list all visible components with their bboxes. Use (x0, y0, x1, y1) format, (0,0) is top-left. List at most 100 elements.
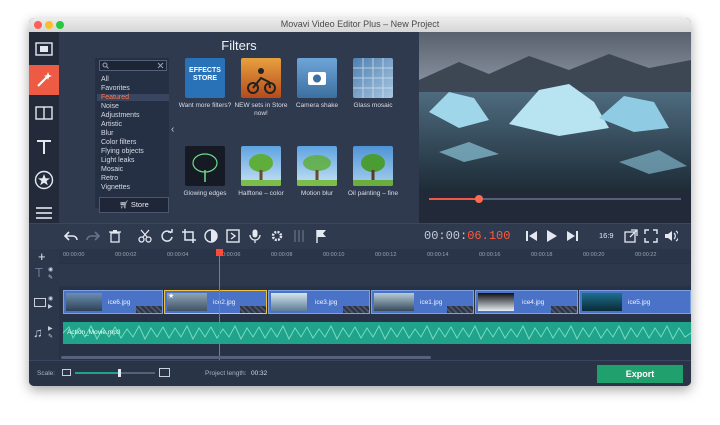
time-ruler[interactable]: 00:00:00 00:00:02 00:00:04 00:00:06 00:0… (59, 249, 691, 263)
ruler-tick: 00:00:08 (271, 252, 293, 258)
filter-label: Motion blur (300, 190, 334, 197)
app-window: Movavi Video Editor Plus – New Project F… (29, 18, 691, 386)
titles-tool-button[interactable] (31, 132, 57, 162)
video-clip[interactable]: ice1.jpg (371, 290, 474, 314)
play-icon (547, 230, 557, 242)
category-favorites[interactable]: Favorites (101, 85, 130, 92)
crop-button[interactable] (181, 228, 197, 244)
audio-clip[interactable]: Action_Movie.mp3 (63, 322, 691, 344)
zoom-slider[interactable] (75, 369, 155, 377)
video-clip[interactable]: ice6.jpg (63, 290, 163, 314)
playhead-handle[interactable] (216, 249, 223, 256)
ruler-tick: 00:00:16 (479, 252, 501, 258)
glacier-preview-image (419, 32, 691, 192)
preview-progress-track[interactable] (429, 195, 681, 203)
volume-button[interactable] (663, 228, 679, 244)
transition-marker[interactable] (240, 306, 266, 313)
filter-thumb-store[interactable]: EFFECTS STORE (185, 58, 225, 98)
undo-button[interactable] (63, 228, 79, 244)
pencil-icon[interactable]: ✎ (48, 274, 53, 281)
timeline-scrollbar[interactable] (61, 356, 431, 359)
filter-thumb-oil-painting[interactable] (353, 146, 393, 186)
text-track-lane[interactable] (59, 264, 691, 286)
video-clip[interactable]: ice4.jpg (475, 290, 578, 314)
camera-icon (308, 72, 326, 85)
category-featured[interactable]: Featured (97, 94, 169, 101)
equalizer-icon (294, 230, 304, 242)
speaker-icon[interactable]: ▶ (48, 303, 53, 310)
next-frame-button[interactable] (564, 228, 580, 244)
video-clip[interactable]: ice3.jpg (268, 290, 370, 314)
aspect-ratio-button[interactable]: 16:9 (599, 231, 614, 240)
rotate-button[interactable] (159, 228, 175, 244)
video-clip[interactable]: ice5.jpg (579, 290, 691, 314)
tree-icon (192, 153, 218, 182)
zoom-slider-handle[interactable] (118, 369, 121, 377)
clear-search-icon[interactable] (157, 62, 164, 69)
filter-thumb-camera-shake[interactable] (297, 58, 337, 98)
category-flying-objects[interactable]: Flying objects (101, 148, 144, 155)
category-vignettes[interactable]: Vignettes (101, 184, 130, 191)
category-noise[interactable]: Noise (101, 103, 119, 110)
eye-icon[interactable]: ◉ (48, 266, 53, 273)
color-adjust-button[interactable] (203, 228, 219, 244)
motorbike-rider-image (247, 68, 276, 94)
transition-marker[interactable] (136, 306, 162, 313)
category-artistic[interactable]: Artistic (101, 121, 122, 128)
clip-properties-button[interactable] (269, 228, 285, 244)
export-button[interactable]: Export (597, 365, 683, 383)
category-light-leaks[interactable]: Light leaks (101, 157, 134, 164)
effects-store-logo: EFFECTS STORE (189, 67, 221, 82)
transition-wizard-button[interactable] (225, 228, 241, 244)
transition-marker[interactable] (343, 306, 369, 313)
preview-scrubber-handle[interactable] (475, 195, 484, 203)
filter-thumb-halftone[interactable] (241, 146, 281, 186)
audio-clip-name: Action_Movie.mp3 (67, 329, 121, 336)
filter-thumb-motion-blur[interactable] (297, 146, 337, 186)
filter-search-input[interactable] (99, 60, 167, 71)
collapse-categories-icon[interactable]: ‹ (171, 124, 174, 135)
transition-marker[interactable] (447, 306, 473, 313)
video-clip[interactable]: ★ ice2.jpg (164, 290, 267, 314)
category-color-filters[interactable]: Color filters (101, 139, 136, 146)
zoom-out-icon[interactable] (62, 369, 71, 376)
category-blur[interactable]: Blur (101, 130, 113, 137)
fullscreen-icon (644, 229, 658, 243)
category-adjustments[interactable]: Adjustments (101, 112, 140, 119)
filter-thumb-glowing-edges[interactable] (185, 146, 225, 186)
filter-thumb-new-sets[interactable] (241, 58, 281, 98)
record-voiceover-button[interactable] (247, 228, 263, 244)
filter-thumb-glass-mosaic[interactable] (353, 58, 393, 98)
filters-tool-button[interactable] (29, 65, 59, 95)
scissors-icon (138, 229, 152, 243)
transition-marker[interactable] (551, 306, 577, 313)
timecode-display: 00:00:06.100 (424, 229, 511, 243)
split-button[interactable] (137, 228, 153, 244)
transitions-tool-button[interactable] (31, 98, 57, 128)
previous-frame-button[interactable] (524, 228, 540, 244)
zoom-in-icon[interactable] (159, 368, 170, 377)
mosaic-pattern-image (353, 58, 393, 98)
transition-icon (35, 106, 53, 120)
audio-equalizer-button[interactable] (291, 228, 307, 244)
category-all[interactable]: All (101, 76, 109, 83)
play-button[interactable] (544, 228, 560, 244)
redo-button[interactable] (85, 228, 101, 244)
ruler-tick: 00:00:02 (115, 252, 137, 258)
delete-button[interactable] (107, 228, 123, 244)
add-marker-button[interactable] (313, 228, 329, 244)
eye-icon[interactable]: ◉ (48, 295, 53, 302)
detach-player-button[interactable] (623, 228, 639, 244)
store-button[interactable]: 🛒︎ Store (99, 197, 169, 213)
import-media-button[interactable] (31, 34, 57, 64)
category-mosaic[interactable]: Mosaic (101, 166, 123, 173)
speaker-icon[interactable]: ▶ (48, 325, 53, 332)
fullscreen-button[interactable] (643, 228, 659, 244)
timeline: + T ◉ ✎ ◉ ▶ ♫ ▶ ✎ 00:00:00 00:00:02 00:0… (29, 249, 691, 373)
category-retro[interactable]: Retro (101, 175, 118, 182)
bottom-bar: Scale: Project length: 00:32 Export (29, 360, 691, 386)
add-track-icon[interactable]: + (38, 249, 46, 264)
pencil-icon[interactable]: ✎ (48, 333, 53, 340)
stickers-tool-button[interactable] (31, 165, 57, 195)
playhead[interactable] (216, 249, 223, 373)
